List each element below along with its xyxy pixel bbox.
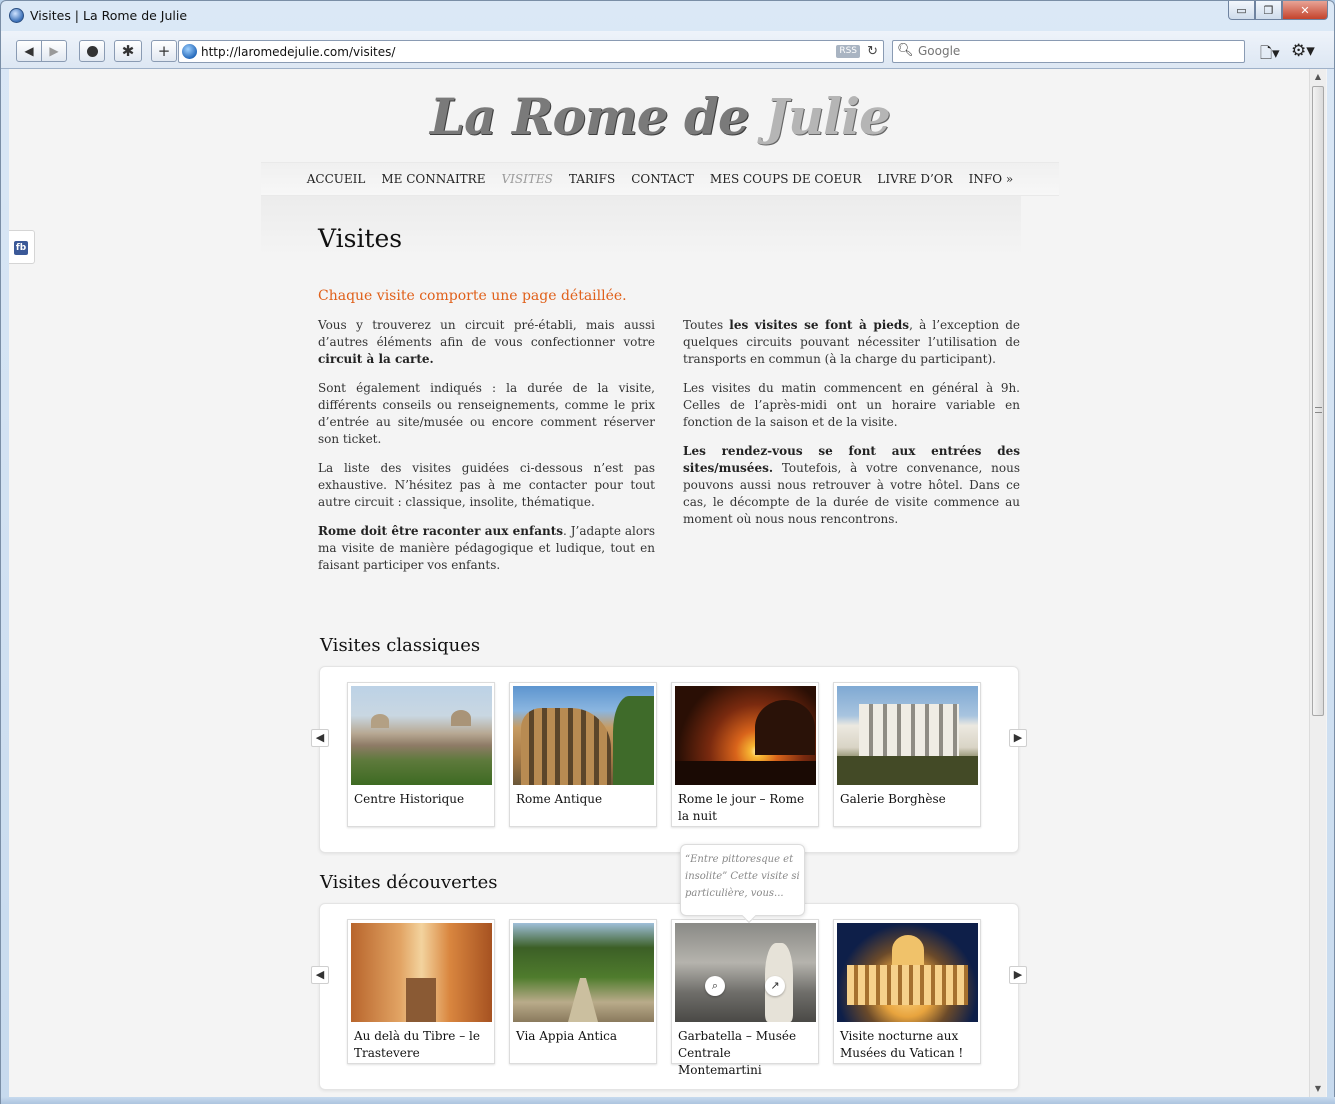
paragraph: Toutes les visites se font à pieds, à l’… [683, 318, 1021, 366]
paragraph: Sont également indiqués : la durée de la… [318, 381, 655, 446]
forward-button[interactable]: ▶ [41, 40, 67, 62]
reload-icon[interactable]: ↻ [867, 44, 878, 59]
visit-card-centre-historique[interactable]: Centre Historique [347, 682, 495, 827]
carousel-prev-button[interactable]: ◀ [311, 966, 329, 984]
browser-logo-icon [9, 8, 24, 23]
page-title: Visites [318, 224, 403, 253]
paragraph: Vous y trouverez un circuit pré-établi, … [318, 318, 655, 366]
carousel-decouvertes: ◀ ▶ Au delà du Tibre – le Trastevere Via… [311, 903, 1027, 1090]
scrollbar-grip [1315, 407, 1322, 413]
visit-label[interactable]: Visite nocturne aux Musées du Vatican ! [837, 1022, 977, 1062]
vertical-scrollbar[interactable]: ▲ ▼ [1309, 69, 1326, 1097]
site-logo[interactable]: La Rome de Julie [9, 87, 1311, 146]
nav-item-me-connaitre[interactable]: ME CONNAITRE [381, 172, 485, 186]
close-button[interactable]: ✕ [1282, 1, 1328, 20]
visit-image[interactable] [513, 923, 654, 1022]
nav-item-tarifs[interactable]: TARIFS [569, 172, 615, 186]
visit-image[interactable] [351, 686, 492, 785]
window-title: Visites | La Rome de Julie [30, 8, 188, 23]
bug-icon[interactable] [79, 40, 105, 62]
visit-label[interactable]: Au delà du Tibre – le Trastevere [351, 1022, 491, 1062]
tooltip-text: “Entre pittoresque et insolite” Cette vi… [685, 854, 800, 899]
visit-image[interactable] [675, 686, 816, 785]
paragraph: Rome doit être raconter aux enfants. J’a… [318, 524, 655, 572]
paragraph: La liste des visites guidées ci-dessous … [318, 461, 655, 509]
scroll-up-arrow[interactable]: ▲ [1310, 69, 1326, 85]
new-tab-button[interactable]: ✱ [114, 40, 142, 62]
nav-item-livre-dor[interactable]: LIVRE D’OR [877, 172, 952, 186]
nav-item-contact[interactable]: CONTACT [631, 172, 694, 186]
intro-text: Chaque visite comporte une page détaillé… [318, 288, 627, 304]
gear-icon[interactable]: ⚙▾ [1291, 41, 1315, 61]
address-text[interactable]: http://laromedejulie.com/visites/ [201, 45, 395, 59]
section-title-decouvertes: Visites découvertes [320, 872, 498, 893]
visit-label[interactable]: Rome le jour – Rome la nuit [675, 785, 815, 825]
paragraph: Les visites du matin commencent en génér… [683, 381, 1020, 429]
search-input[interactable] [918, 44, 1238, 58]
section-title-classiques: Visites classiques [320, 635, 481, 656]
add-button[interactable]: + [151, 40, 177, 62]
search-icon[interactable]: 🔍︎ [897, 43, 914, 58]
zoom-icon[interactable]: ⌕ [705, 976, 725, 996]
visit-label[interactable]: Via Appia Antica [513, 1022, 653, 1045]
visit-card-galerie-borghese[interactable]: Galerie Borghèse [833, 682, 981, 827]
visit-label[interactable]: Galerie Borghèse [837, 785, 977, 808]
text-column-left: Vous y trouverez un circuit pré-établi, … [318, 317, 655, 586]
visit-card-vatican[interactable]: Visite nocturne aux Musées du Vatican ! [833, 919, 981, 1064]
external-link-icon[interactable]: ↗ [765, 976, 785, 996]
browser-toolbar: ◀ ▶ ✱ + http://laromedejulie.com/visites… [1, 31, 1334, 69]
maximize-button[interactable]: ❐ [1255, 1, 1282, 20]
minimize-button[interactable]: ▭ [1228, 1, 1255, 20]
search-box[interactable]: 🔍︎ [892, 40, 1245, 63]
paragraph: Les rendez-vous se font aux entrées des … [683, 444, 1020, 526]
nav-item-coups-de-coeur[interactable]: MES COUPS DE COEUR [710, 172, 861, 186]
nav-item-visites[interactable]: VISITES [501, 172, 552, 186]
page-menu-icon[interactable]: 🗋▾ [1260, 43, 1280, 68]
browser-window: Visites | La Rome de Julie ▭ ❐ ✕ ◀ ▶ ✱ +… [0, 0, 1335, 1104]
carousel-prev-button[interactable]: ◀ [311, 729, 329, 747]
scroll-down-arrow[interactable]: ▼ [1310, 1081, 1326, 1097]
nav-item-info[interactable]: INFO » [969, 172, 1014, 186]
visit-card-trastevere[interactable]: Au delà du Tibre – le Trastevere [347, 919, 495, 1064]
visit-image[interactable] [513, 686, 654, 785]
visit-label[interactable]: Garbatella – Musée Centrale Montemartini [675, 1022, 815, 1079]
facebook-tab[interactable]: fb [9, 230, 35, 264]
page-viewport: fb La Rome de Julie ACCUEIL ME CONNAITRE… [9, 69, 1327, 1097]
visit-image[interactable]: ⌕ ↗ [675, 923, 816, 1022]
nav-item-accueil[interactable]: ACCUEIL [307, 172, 366, 186]
logo-text-julie: Julie [765, 87, 891, 146]
visit-image[interactable] [837, 686, 978, 785]
main-nav: ACCUEIL ME CONNAITRE VISITES TARIFS CONT… [261, 162, 1059, 196]
facebook-icon: fb [14, 241, 28, 255]
visit-label[interactable]: Centre Historique [351, 785, 491, 808]
visit-card-garbatella[interactable]: ⌕ ↗ Garbatella – Musée Centrale Montemar… [671, 919, 819, 1077]
back-button[interactable]: ◀ [16, 40, 42, 62]
title-bar: Visites | La Rome de Julie ▭ ❐ ✕ [1, 1, 1334, 31]
visit-image[interactable] [351, 923, 492, 1022]
carousel-next-button[interactable]: ▶ [1009, 729, 1027, 747]
visit-image[interactable] [837, 923, 978, 1022]
logo-text: La Rome de [430, 87, 766, 146]
visit-label[interactable]: Rome Antique [513, 785, 653, 808]
carousel-next-button[interactable]: ▶ [1009, 966, 1027, 984]
globe-icon [182, 44, 197, 59]
visit-card-jour-nuit[interactable]: Rome le jour – Rome la nuit [671, 682, 819, 827]
visit-card-via-appia[interactable]: Via Appia Antica [509, 919, 657, 1064]
window-controls: ▭ ❐ ✕ [1228, 1, 1328, 20]
scrollbar-thumb[interactable] [1312, 86, 1324, 716]
rss-button[interactable]: RSS [836, 45, 860, 58]
address-bar[interactable]: http://laromedejulie.com/visites/ RSS ↻ [178, 40, 884, 63]
visit-tooltip: “Entre pittoresque et insolite” Cette vi… [680, 844, 805, 924]
window-bottom-frame [1, 1097, 1335, 1104]
text-column-right: Toutes les visites se font à pieds, à l’… [683, 317, 1020, 540]
carousel-classiques: ◀ ▶ Centre Historique Rome Antique Rome … [311, 666, 1027, 853]
visit-card-rome-antique[interactable]: Rome Antique [509, 682, 657, 827]
